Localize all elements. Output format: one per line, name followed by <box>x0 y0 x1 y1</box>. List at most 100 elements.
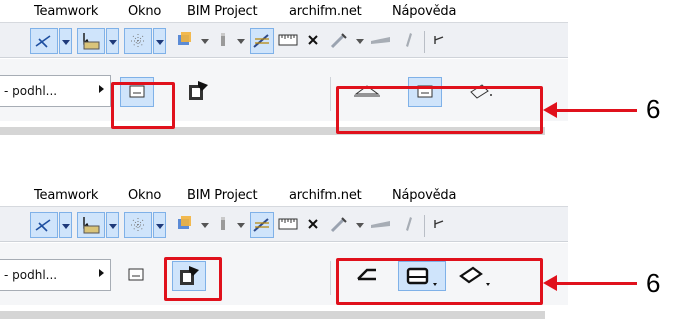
ruler-button[interactable] <box>276 212 300 238</box>
eyedropper-dropdown-arrow[interactable] <box>356 39 364 44</box>
paste-special-icon <box>189 81 208 100</box>
extra-tool-button[interactable] <box>432 28 446 54</box>
chevron-right-icon <box>99 269 104 277</box>
ruler-button[interactable] <box>276 28 300 54</box>
pencil-cross-icon <box>35 35 51 48</box>
layers-button[interactable] <box>172 28 198 54</box>
magic-wand-icon <box>253 34 269 48</box>
pencil-cross-dropdown[interactable] <box>59 28 72 54</box>
line-icon <box>371 37 390 44</box>
layers-dropdown-arrow[interactable] <box>201 39 209 44</box>
pen-button[interactable] <box>400 212 418 238</box>
cross-icon <box>308 219 318 229</box>
menu-item-teamwork[interactable]: Teamwork <box>34 4 98 19</box>
marker-dropdown-arrow[interactable] <box>237 223 245 228</box>
selection-arrow-button[interactable] <box>77 212 105 238</box>
menu-item-okno[interactable]: Okno <box>128 4 161 19</box>
story-dropdown-label: - podhl... <box>4 84 58 98</box>
menu-item-napoveda[interactable]: Nápověda <box>392 4 456 19</box>
bottom-panel: Teamwork Okno BIM Project archifm.net Ná… <box>0 184 660 333</box>
highlight-box <box>336 86 543 134</box>
toolbar-separator <box>424 31 425 53</box>
eyedropper-icon <box>330 33 347 49</box>
pencil-cross-button[interactable] <box>30 212 58 238</box>
selection-arrow-icon <box>83 33 100 50</box>
eyedropper-button[interactable] <box>327 212 351 238</box>
snowflake-grid-icon <box>131 34 145 48</box>
magic-wand-button[interactable] <box>250 28 274 54</box>
eyedropper-dropdown-arrow[interactable] <box>356 223 364 228</box>
toolbar <box>0 206 568 242</box>
layers-icon <box>178 216 191 229</box>
marker-dropdown-arrow[interactable] <box>237 39 245 44</box>
extra-tool-button[interactable] <box>432 212 446 238</box>
cross-button[interactable] <box>304 212 324 238</box>
story-dropdown[interactable]: - podhl... <box>0 75 111 107</box>
marker-button[interactable] <box>213 212 233 238</box>
view-plan-button[interactable] <box>120 261 154 291</box>
callout-number: 6 <box>646 94 661 124</box>
menu-bar: Teamwork Okno BIM Project archifm.net Ná… <box>0 0 568 22</box>
highlight-box <box>111 82 175 129</box>
layers-icon <box>178 32 191 45</box>
highlight-box <box>336 258 543 305</box>
callout-arrow-line <box>555 109 637 112</box>
horizontal-scrollbar[interactable] <box>0 305 568 325</box>
toolbar <box>0 22 568 58</box>
scrollbar-track[interactable] <box>0 311 545 319</box>
selection-arrow-button[interactable] <box>77 28 105 54</box>
marker-icon <box>221 33 225 46</box>
layers-button[interactable] <box>172 212 198 238</box>
info-divider <box>330 261 331 295</box>
selection-arrow-dropdown[interactable] <box>106 28 119 54</box>
top-panel: Teamwork Okno BIM Project archifm.net Ná… <box>0 0 660 160</box>
pencil-cross-button[interactable] <box>30 28 58 54</box>
layers-dropdown-arrow[interactable] <box>201 223 209 228</box>
selection-arrow-dropdown[interactable] <box>106 212 119 238</box>
pencil-cross-icon <box>35 219 51 232</box>
story-dropdown[interactable]: - podhl... <box>0 259 111 291</box>
selection-arrow-icon <box>83 217 100 234</box>
line-button[interactable] <box>368 212 396 238</box>
magic-wand-icon <box>253 218 269 232</box>
snowflake-grid-button[interactable] <box>124 212 152 238</box>
menu-item-okno[interactable]: Okno <box>128 188 161 203</box>
cross-button[interactable] <box>304 28 324 54</box>
callout-number: 6 <box>646 268 661 298</box>
menu-bar: Teamwork Okno BIM Project archifm.net Ná… <box>0 184 568 206</box>
snowflake-grid-dropdown[interactable] <box>153 28 166 54</box>
snowflake-grid-icon <box>131 218 145 232</box>
highlight-box <box>164 257 222 301</box>
story-dropdown-label: - podhl... <box>4 268 58 282</box>
marker-button[interactable] <box>213 28 233 54</box>
pen-button[interactable] <box>400 28 418 54</box>
menu-item-bim-project[interactable]: BIM Project <box>187 4 258 19</box>
cross-icon <box>308 35 318 45</box>
line-button[interactable] <box>368 28 396 54</box>
menu-item-bim-project[interactable]: BIM Project <box>187 188 258 203</box>
callout-arrow-line <box>555 282 637 285</box>
menu-item-archifm[interactable]: archifm.net <box>289 4 362 19</box>
scissors-icon <box>434 36 444 44</box>
eyedropper-icon <box>330 217 347 233</box>
ruler-icon <box>278 218 298 230</box>
scissors-icon <box>434 220 444 228</box>
snowflake-grid-button[interactable] <box>124 28 152 54</box>
pencil-cross-dropdown[interactable] <box>59 212 72 238</box>
chevron-right-icon <box>99 85 104 93</box>
toolbar-separator <box>424 215 425 237</box>
view-plan-icon <box>128 268 144 281</box>
magic-wand-button[interactable] <box>250 212 274 238</box>
eyedropper-button[interactable] <box>327 28 351 54</box>
menu-item-archifm[interactable]: archifm.net <box>289 188 362 203</box>
line-icon <box>371 221 390 228</box>
menu-item-napoveda[interactable]: Nápověda <box>392 188 456 203</box>
info-divider <box>330 77 331 111</box>
marker-icon <box>221 217 225 230</box>
pen-icon <box>406 217 412 231</box>
paste-special-button[interactable] <box>184 77 218 107</box>
ruler-icon <box>278 34 298 46</box>
pen-icon <box>406 33 412 47</box>
snowflake-grid-dropdown[interactable] <box>153 212 166 238</box>
menu-item-teamwork[interactable]: Teamwork <box>34 188 98 203</box>
